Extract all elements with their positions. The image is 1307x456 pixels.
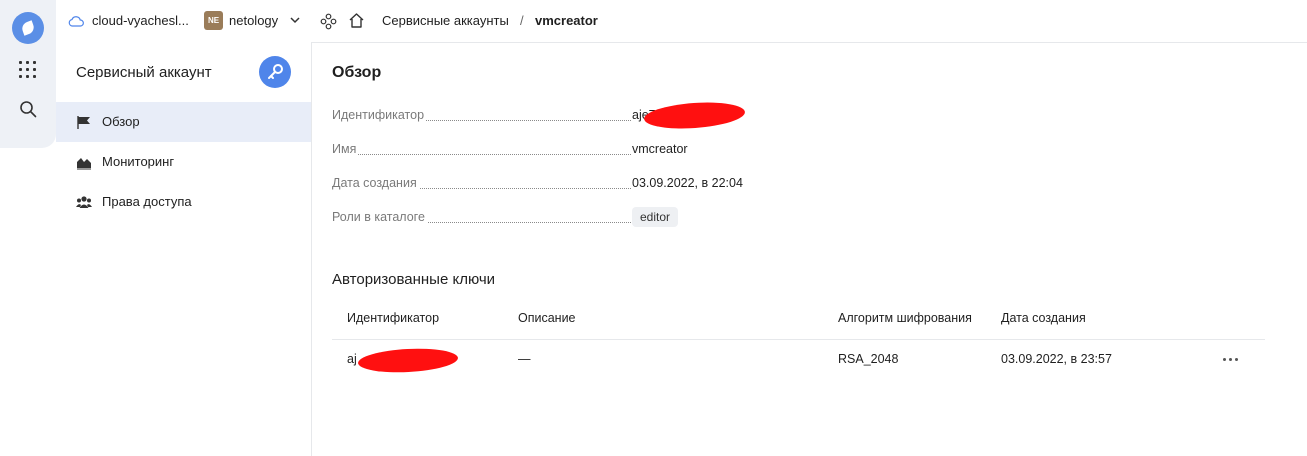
prop-row-created: Дата создания 03.09.2022, в 22:04 bbox=[332, 176, 752, 196]
table-divider bbox=[332, 339, 1265, 340]
prop-label: Дата создания bbox=[332, 176, 419, 190]
sidebar-item-label: Мониторинг bbox=[102, 154, 175, 169]
role-tag: editor bbox=[632, 207, 679, 227]
column-header-id: Идентификатор bbox=[347, 311, 440, 325]
apps-grid-icon[interactable] bbox=[19, 61, 37, 79]
column-header-description: Описание bbox=[518, 311, 576, 325]
row-actions-menu-icon[interactable] bbox=[1219, 349, 1243, 369]
prop-row-name: Имя vmcreator bbox=[332, 142, 752, 162]
key-description-cell: — bbox=[518, 352, 531, 366]
prop-label: Идентификатор bbox=[332, 108, 427, 122]
key-created-cell: 03.09.2022, в 23:57 bbox=[1001, 352, 1112, 366]
cloud-icon bbox=[68, 16, 84, 27]
org-badge: NE bbox=[204, 11, 223, 30]
sidebar-item-label: Обзор bbox=[102, 114, 140, 129]
sidebar: Сервисный аккаунт Обзор Мониторинг Права… bbox=[56, 42, 312, 456]
column-header-algorithm: Алгоритм шифрования bbox=[838, 311, 972, 325]
org-selector[interactable]: netology bbox=[229, 13, 278, 28]
prop-label: Имя bbox=[332, 142, 359, 156]
cloud-selector[interactable]: cloud-vyachesl... bbox=[92, 13, 189, 28]
prop-label: Роли в каталоге bbox=[332, 210, 427, 224]
redaction-mark bbox=[357, 346, 459, 375]
breadcrumb-current: vmcreator bbox=[535, 13, 598, 28]
key-button[interactable] bbox=[259, 56, 291, 88]
prop-row-roles: Роли в каталоге editor bbox=[332, 207, 752, 230]
authorized-keys-title: Авторизованные ключи bbox=[332, 271, 496, 288]
dotted-leader bbox=[332, 154, 631, 155]
users-icon bbox=[76, 196, 92, 208]
key-algorithm-cell: RSA_2048 bbox=[838, 352, 899, 366]
creation-date: 03.09.2022, в 22:04 bbox=[632, 176, 743, 190]
main-content: Обзор Идентификатор aje7 oj4 Имя vmcreat… bbox=[312, 42, 1307, 456]
search-icon[interactable] bbox=[19, 100, 37, 118]
sidebar-item-label: Права доступа bbox=[102, 194, 192, 209]
page-title: Обзор bbox=[332, 64, 382, 81]
breadcrumb-service-accounts[interactable]: Сервисные аккаунты bbox=[382, 13, 509, 28]
column-header-created: Дата создания bbox=[1001, 311, 1086, 325]
sidebar-item-access-rights[interactable]: Права доступа bbox=[56, 182, 311, 222]
flag-icon bbox=[77, 116, 90, 129]
breadcrumb-separator: / bbox=[520, 13, 524, 28]
sidebar-title: Сервисный аккаунт bbox=[76, 64, 212, 81]
chart-icon bbox=[77, 158, 91, 170]
cloud-logo-icon[interactable] bbox=[12, 12, 44, 44]
top-header: cloud-vyachesl... NE netology Сервисные … bbox=[56, 0, 1307, 43]
sidebar-item-monitoring[interactable]: Мониторинг bbox=[56, 142, 311, 182]
service-account-name: vmcreator bbox=[632, 142, 688, 156]
key-icon bbox=[268, 64, 283, 79]
chevron-down-icon[interactable] bbox=[289, 14, 301, 26]
left-rail bbox=[0, 0, 56, 456]
home-icon[interactable] bbox=[348, 12, 365, 29]
nodes-icon[interactable] bbox=[320, 13, 337, 30]
sidebar-item-overview[interactable]: Обзор bbox=[56, 102, 311, 142]
